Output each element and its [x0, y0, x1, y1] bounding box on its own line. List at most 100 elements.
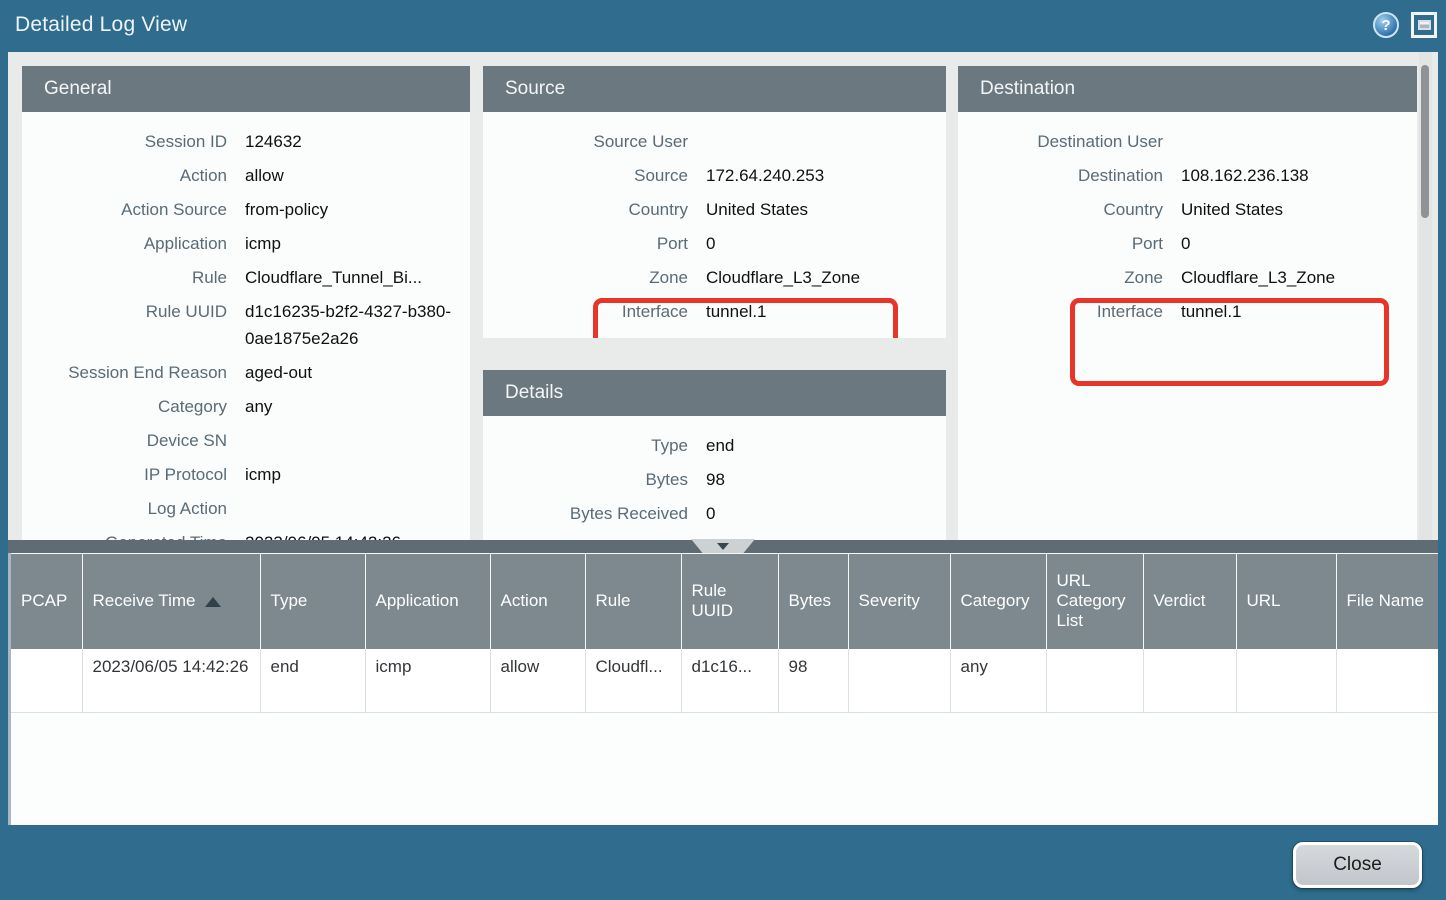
- field-row: Port0: [958, 226, 1417, 260]
- field-label: Port: [958, 230, 1163, 257]
- field-row: Log Action: [22, 491, 470, 525]
- field-value: 98: [706, 466, 946, 493]
- field-value: any: [245, 393, 470, 420]
- column-header-file-name[interactable]: File Name: [1336, 554, 1438, 649]
- dialog-title: Detailed Log View: [15, 13, 187, 37]
- details-panel: Details Typeend Bytes98 Bytes Received0: [483, 370, 946, 540]
- cell-verdict: [1143, 649, 1236, 713]
- cell-url: [1236, 649, 1336, 713]
- field-label: Zone: [958, 264, 1163, 291]
- collapse-handle[interactable]: [691, 539, 755, 553]
- field-value: [245, 427, 470, 454]
- general-panel-header: General: [22, 66, 470, 112]
- field-label: Type: [483, 432, 688, 459]
- field-label: Bytes: [483, 466, 688, 493]
- field-value: Cloudflare_Tunnel_Bi...: [245, 264, 470, 291]
- field-value: icmp: [245, 461, 470, 488]
- column-header-action[interactable]: Action: [490, 554, 585, 649]
- log-table-region: PCAP Receive Time Type Application Actio…: [8, 553, 1438, 825]
- column-header-receive-time[interactable]: Receive Time: [82, 554, 260, 649]
- field-label: Destination: [958, 162, 1163, 189]
- scrollbar-thumb[interactable]: [1421, 65, 1429, 218]
- field-row: Session ID 124632: [22, 124, 470, 158]
- field-value: 0: [706, 230, 946, 257]
- details-panel-header: Details: [483, 370, 946, 416]
- field-value: 2023/06/05 14:42:26: [245, 529, 470, 541]
- column-header-url[interactable]: URL: [1236, 554, 1336, 649]
- source-panel-body: Source User Source172.64.240.253 Country…: [483, 112, 946, 328]
- chevron-down-icon: [717, 543, 729, 550]
- field-row: Bytes Received 0: [483, 496, 946, 530]
- field-row: ZoneCloudflare_L3_Zone: [483, 260, 946, 294]
- field-row: Actionallow: [22, 158, 470, 192]
- field-row: CountryUnited States: [483, 192, 946, 226]
- source-panel-header: Source: [483, 66, 946, 112]
- field-label: Port: [483, 230, 688, 257]
- field-row: Port 0: [483, 226, 946, 260]
- field-label: Bytes Received: [483, 500, 688, 527]
- field-label: Interface: [483, 298, 688, 325]
- field-label: Application: [22, 230, 227, 257]
- field-value: Cloudflare_L3_Zone: [706, 264, 946, 291]
- field-label: Source User: [483, 128, 688, 155]
- field-label: Action: [22, 162, 227, 189]
- help-glyph: ?: [1381, 17, 1390, 34]
- column-header-type[interactable]: Type: [260, 554, 365, 649]
- column-header-bytes[interactable]: Bytes: [778, 554, 848, 649]
- field-label: Generated Time: [22, 529, 227, 541]
- cell-type: end: [260, 649, 365, 713]
- field-value: United States: [1181, 196, 1417, 223]
- field-value: Cloudflare_L3_Zone: [1181, 264, 1417, 291]
- source-panel: Source Source User Source172.64.240.253 …: [483, 66, 946, 338]
- destination-panel-body: Destination User Destination108.162.236.…: [958, 112, 1417, 328]
- cell-receive-time: 2023/06/05 14:42:26: [82, 649, 260, 713]
- log-table: PCAP Receive Time Type Application Actio…: [11, 553, 1438, 713]
- field-label: Country: [958, 196, 1163, 223]
- column-header-severity[interactable]: Severity: [848, 554, 950, 649]
- cell-rule: Cloudfl...: [585, 649, 681, 713]
- help-icon[interactable]: ?: [1373, 12, 1399, 38]
- maximize-window-icon[interactable]: [1411, 12, 1437, 38]
- field-row: Device SN: [22, 423, 470, 457]
- field-row: Session End Reasonaged-out: [22, 355, 470, 389]
- cell-category: any: [950, 649, 1046, 713]
- column-header-url-category-list[interactable]: URL Category List: [1046, 554, 1143, 649]
- column-header-rule[interactable]: Rule: [585, 554, 681, 649]
- vertical-scrollbar[interactable]: [1419, 52, 1432, 540]
- field-value: 0: [706, 500, 946, 527]
- column-header-pcap[interactable]: PCAP: [11, 554, 82, 649]
- field-value: tunnel.1: [1181, 298, 1417, 325]
- field-row: Destination108.162.236.138: [958, 158, 1417, 192]
- detail-panels-region: General Session ID 124632 Actionallow Act…: [8, 52, 1438, 540]
- column-header-verdict[interactable]: Verdict: [1143, 554, 1236, 649]
- field-row: Rule UUIDd1c16235-b2f2-4327-b380-0ae1875…: [22, 294, 470, 355]
- field-value: tunnel.1: [706, 298, 946, 325]
- column-header-rule-uuid[interactable]: Rule UUID: [681, 554, 778, 649]
- field-label: Rule UUID: [22, 298, 227, 352]
- field-label: Session ID: [22, 128, 227, 155]
- dialog-titlebar: Detailed Log View ?: [0, 0, 1446, 52]
- field-value: United States: [706, 196, 946, 223]
- cell-file-name: [1336, 649, 1438, 713]
- field-row: IP Protocolicmp: [22, 457, 470, 491]
- field-value: [706, 128, 946, 155]
- field-value: 124632: [245, 128, 470, 155]
- column-header-application[interactable]: Application: [365, 554, 490, 649]
- table-row[interactable]: 2023/06/05 14:42:26 end icmp allow Cloud…: [11, 649, 1438, 713]
- sort-ascending-icon: [205, 597, 221, 607]
- field-row: Source User: [483, 124, 946, 158]
- close-button[interactable]: Close: [1293, 842, 1422, 888]
- cell-url-category-list: [1046, 649, 1143, 713]
- field-row: Rule Cloudflare_Tunnel_Bi...: [22, 260, 470, 294]
- field-row: Destination User: [958, 124, 1417, 158]
- field-row: Interfacetunnel.1: [958, 294, 1417, 328]
- field-row: Bytes 98: [483, 462, 946, 496]
- cell-application: icmp: [365, 649, 490, 713]
- field-row: Application icmp: [22, 226, 470, 260]
- panel-table-splitter[interactable]: [8, 540, 1438, 553]
- field-label: Source: [483, 162, 688, 189]
- field-value: icmp: [245, 230, 470, 257]
- field-label: Rule: [22, 264, 227, 291]
- column-header-category[interactable]: Category: [950, 554, 1046, 649]
- general-panel: General Session ID 124632 Actionallow Act…: [22, 66, 470, 540]
